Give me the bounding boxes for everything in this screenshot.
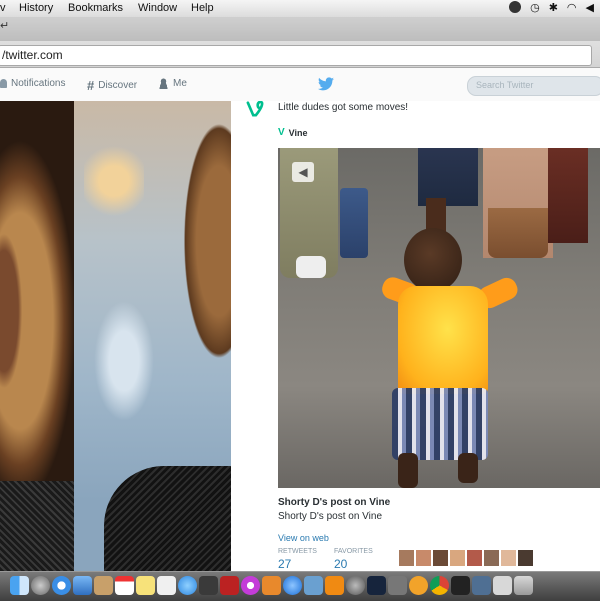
nav-discover[interactable]: # Discover [87, 78, 137, 93]
appstore-icon[interactable] [283, 576, 302, 595]
menu-item-partial[interactable]: v [0, 2, 6, 14]
trash-icon[interactable] [514, 576, 533, 595]
finder-icon[interactable] [10, 576, 29, 595]
bluetooth-icon[interactable]: ✱ [549, 1, 558, 14]
downloads-stack-icon[interactable] [472, 576, 491, 595]
tweet-text: Little dudes got some moves! [278, 102, 409, 113]
nav-discover-label: Discover [98, 80, 138, 91]
child-legs-2 [458, 453, 478, 483]
child-shorts [392, 388, 488, 460]
card-source[interactable]: V Vine [278, 127, 308, 138]
card-title[interactable]: Shorty D's post on Vine [278, 497, 390, 508]
card-description: Shorty D's post on Vine [278, 511, 383, 522]
hashtag-icon: # [87, 78, 95, 93]
vlc-icon[interactable] [325, 576, 344, 595]
avatar[interactable] [399, 550, 414, 566]
view-on-web-link[interactable]: View on web [278, 533, 329, 543]
boots-4 [548, 148, 588, 243]
address-bar[interactable]: /twitter.com [0, 45, 592, 66]
nav-notifications[interactable]: Notifications [0, 78, 65, 89]
ibooks-icon[interactable] [262, 576, 281, 595]
favorites-count[interactable]: 20 [334, 557, 347, 571]
browser-toolbar: ↵ /twitter.com [0, 17, 600, 68]
favorites-label: FAVORITES [334, 548, 373, 555]
sneaker-left [296, 256, 326, 278]
vine-status-icon[interactable] [509, 1, 522, 13]
chrome-icon[interactable] [430, 576, 449, 595]
sound-icon[interactable]: ◀ [292, 162, 314, 182]
retweets-label: RETWEETS [278, 548, 317, 555]
card-source-label: Vine [288, 127, 308, 138]
avatar[interactable] [467, 550, 482, 566]
dock-icons [10, 576, 533, 595]
reminders-icon[interactable] [157, 576, 176, 595]
avatar[interactable] [518, 550, 533, 566]
twitter-nav-bar: Notifications # Discover Me Search Twitt… [0, 68, 600, 102]
bokeh-light-2 [94, 301, 154, 421]
menu-bar: v History Bookmarks Window Help ◷ ✱ ◠ ◀ [0, 0, 600, 18]
facetime-icon[interactable] [199, 576, 218, 595]
tools-icon[interactable] [388, 576, 407, 595]
hair-curls [169, 101, 231, 401]
itunes-icon[interactable] [241, 576, 260, 595]
launchpad-icon[interactable] [31, 576, 50, 595]
menu-item-window[interactable]: Window [138, 2, 177, 14]
vine-small-icon: V [278, 127, 285, 138]
child-legs [398, 453, 418, 488]
tab-edge: ↵ [0, 20, 10, 32]
address-text: /twitter.com [2, 48, 63, 62]
vine-logo-icon[interactable] [246, 101, 264, 117]
notes-icon[interactable] [136, 576, 155, 595]
boots-3 [488, 208, 548, 258]
header-photo-left [0, 101, 74, 571]
contacts-icon[interactable] [94, 576, 113, 595]
menu-item-history[interactable]: History [19, 2, 53, 14]
tab-strip: ↵ [0, 17, 600, 41]
menu-item-bookmarks[interactable]: Bookmarks [68, 2, 123, 14]
calendar-icon[interactable] [115, 576, 134, 595]
person-icon [158, 78, 169, 89]
avatar[interactable] [484, 550, 499, 566]
timemachine-icon[interactable]: ◷ [530, 1, 540, 14]
mail-icon[interactable] [73, 576, 92, 595]
documents-stack-icon[interactable] [493, 576, 512, 595]
tweet-panel: Little dudes got some moves! V Vine ◀ Sh… [231, 101, 600, 571]
vine-app-icon[interactable] [409, 576, 428, 595]
status-tray: ◷ ✱ ◠ ◀ [509, 1, 594, 14]
header-photo-right [74, 101, 231, 571]
child-head [404, 228, 462, 292]
volume-icon[interactable]: ◀ [586, 1, 594, 14]
nav-me-label: Me [173, 78, 187, 89]
lace-garment [0, 481, 74, 571]
twitter-bird-icon[interactable] [318, 77, 334, 91]
menu-item-help[interactable]: Help [191, 2, 214, 14]
system-prefs-icon[interactable] [346, 576, 365, 595]
terminal-icon[interactable] [451, 576, 470, 595]
search-input[interactable]: Search Twitter [467, 76, 600, 96]
vine-video[interactable]: ◀ [278, 148, 600, 488]
avatar[interactable] [501, 550, 516, 566]
retweets-count[interactable]: 27 [278, 557, 291, 571]
photobooth-icon[interactable] [220, 576, 239, 595]
messages-icon[interactable] [178, 576, 197, 595]
child-shirt [398, 286, 488, 394]
safari-icon[interactable] [52, 576, 71, 595]
wifi-icon[interactable]: ◠ [567, 1, 577, 14]
avatar[interactable] [450, 550, 465, 566]
avatar[interactable] [416, 550, 431, 566]
nav-me[interactable]: Me [158, 78, 187, 89]
bell-icon [0, 79, 7, 88]
photoshop-icon[interactable] [367, 576, 386, 595]
preview-icon[interactable] [304, 576, 323, 595]
lace-garment-right [104, 466, 231, 571]
search-placeholder: Search Twitter [476, 80, 534, 90]
nav-notifications-label: Notifications [11, 78, 66, 89]
favoriter-avatars [399, 550, 533, 566]
avatar[interactable] [433, 550, 448, 566]
bokeh-light [84, 141, 144, 221]
macos-dock [0, 571, 600, 601]
jeans-legs [340, 188, 368, 258]
